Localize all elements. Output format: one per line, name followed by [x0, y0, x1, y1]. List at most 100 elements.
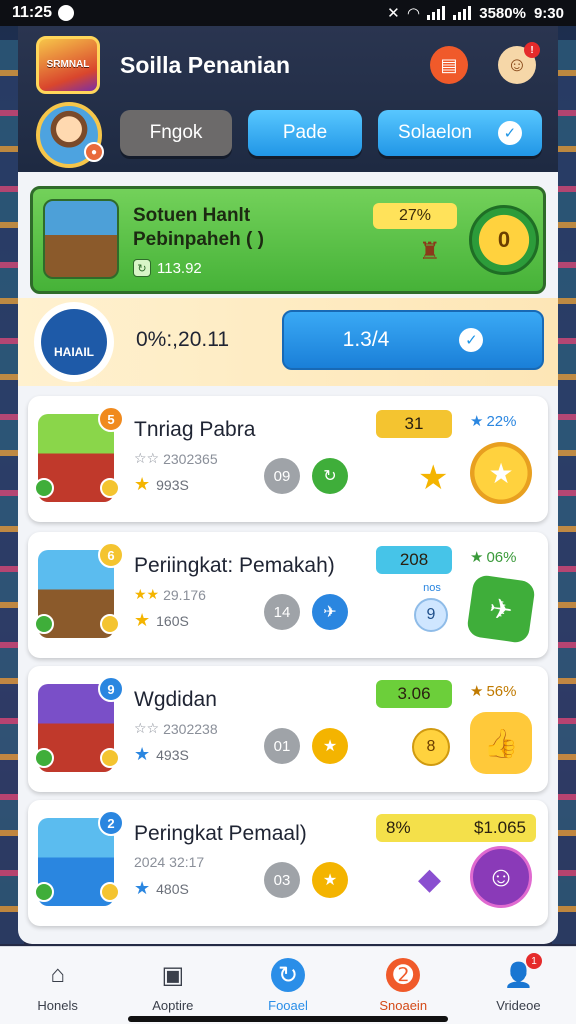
- refresh-button[interactable]: ↻: [312, 458, 348, 494]
- thumbs-up-button[interactable]: 👍: [470, 712, 532, 774]
- nav-item-home[interactable]: ⌂ Honels: [0, 947, 115, 1024]
- notification-badge: 1: [526, 953, 543, 969]
- rate-row: ★ 56%: [470, 682, 516, 701]
- featured-title: Sotuen Hanlt: [133, 205, 251, 226]
- plane-badge-button[interactable]: ✈: [465, 573, 537, 645]
- level-circle: 09: [264, 458, 300, 494]
- refresh-icon: ↻: [133, 259, 151, 277]
- player-name: Tnriag Pabra: [134, 418, 256, 441]
- gem-icon: [34, 882, 54, 902]
- coin-icon: [100, 748, 120, 768]
- pet-badge-button[interactable]: ☺: [470, 846, 532, 908]
- featured-value-row: ↻ 113.92: [133, 259, 202, 277]
- player-card[interactable]: 5 Tnriag Pabra ☆☆ 2302365 ★ 993S 09 ↻ 31 ★…: [28, 396, 548, 522]
- nav-item-fire[interactable]: ➋ Snoaein: [346, 947, 461, 1024]
- mid-value: 9: [414, 598, 448, 632]
- crystal-icon: ◆: [418, 863, 442, 896]
- chat-button[interactable]: ▤: [430, 46, 468, 84]
- player-id: 2302365: [163, 450, 218, 467]
- promo-button[interactable]: 1.3/4 ✓: [282, 310, 544, 370]
- plane-icon: ✈: [323, 604, 337, 621]
- user-avatar[interactable]: ●: [36, 102, 104, 168]
- nav-item-user[interactable]: 👤 1 Vrideoe: [461, 947, 576, 1024]
- status-clock: 9:30: [533, 4, 564, 22]
- logo-text: SRMNAL: [46, 58, 90, 70]
- treasure-bag-icon: ♜: [419, 238, 441, 265]
- status-time: 11:25: [12, 4, 53, 21]
- tab-label: Pade: [282, 122, 328, 143]
- star-icon: ★: [322, 872, 338, 889]
- chat-icon: ▤: [440, 54, 458, 75]
- header: SRMNAL Soilla Penanian ▤ ☺ ! ● Fngok Pad…: [18, 26, 558, 172]
- score-extra: $1.065: [474, 818, 526, 837]
- app-logo[interactable]: SRMNAL: [36, 36, 100, 94]
- promo-button-label: 1.3/4: [342, 328, 390, 351]
- featured-percent: 27%: [373, 203, 457, 229]
- signal-icon-2: [453, 6, 472, 20]
- player-id: 2302238: [163, 720, 218, 737]
- star-icon: ★: [134, 610, 151, 630]
- score-pill: 208: [376, 546, 452, 574]
- featured-player-card[interactable]: Sotuen Hanlt Pebinpaheh ( ) ↻ 113.92 27%…: [30, 186, 546, 294]
- player-id: 32:17: [169, 854, 205, 870]
- rate-row: ★ 22%: [470, 412, 516, 431]
- signal-icon: [427, 6, 446, 20]
- refresh-icon: ↻: [271, 958, 305, 992]
- star-icon: ★: [134, 744, 151, 764]
- mute-icon: ✕: [387, 5, 400, 22]
- player-id-row: ☆☆ 2302365: [134, 450, 218, 467]
- player-points-row: ★ 480S: [134, 878, 189, 899]
- coin-button[interactable]: 0: [469, 205, 539, 275]
- player-name: Peringkat Pemaal): [134, 822, 307, 845]
- status-bar: 11:25 ✕ ◠ 3580% 9:30: [0, 0, 576, 26]
- tab-fngok[interactable]: Fngok: [120, 110, 232, 156]
- mid-label: nos: [423, 582, 441, 594]
- featured-avatar: [43, 199, 119, 279]
- coin-icon: [100, 614, 120, 634]
- promo-logo: HAIAIL: [34, 302, 114, 382]
- boost-button[interactable]: ✈: [312, 594, 348, 630]
- nav-label: Honels: [37, 998, 78, 1013]
- gallery-icon: ▣: [161, 961, 185, 989]
- star-button[interactable]: ★: [312, 728, 348, 764]
- player-points: 993S: [156, 476, 189, 493]
- player-points: 480S: [156, 880, 189, 897]
- nav-item-gallery[interactable]: ▣ Aoptire: [115, 947, 230, 1024]
- coin-value: 8: [412, 728, 450, 766]
- player-id-row: ★★ 29.176: [134, 586, 206, 603]
- star-icon: ★: [322, 738, 338, 755]
- score-pill: 3.06: [376, 680, 452, 708]
- tab-solaelon[interactable]: Solaelon ✓: [378, 110, 542, 156]
- star-button[interactable]: ★: [312, 862, 348, 898]
- player-points-row: ★ 160S: [134, 610, 189, 631]
- player-card[interactable]: 9 Wgdidan ☆☆ 2302238 ★ 493S 01 ★ 3.06 ★ 56%…: [28, 666, 548, 792]
- promo-text: 0%:,20.11: [136, 328, 230, 351]
- rating-stars-icon: ★★: [134, 586, 160, 602]
- score-value: 8%: [386, 818, 411, 837]
- nav-item-refresh[interactable]: ↻ Fooael: [230, 947, 345, 1024]
- level-badge-icon: ●: [84, 142, 104, 162]
- tab-pade[interactable]: Pade: [248, 110, 362, 156]
- profile-button[interactable]: ☺ !: [498, 42, 540, 84]
- gem-icon: [34, 478, 54, 498]
- rate-row: ★ 06%: [470, 548, 517, 567]
- star-icon: ★: [134, 474, 151, 494]
- featured-value: 113.92: [157, 259, 202, 277]
- main-panel: SRMNAL Soilla Penanian ▤ ☺ ! ● Fngok Pad…: [18, 26, 558, 944]
- player-points-row: ★ 493S: [134, 744, 189, 765]
- tab-label: Fngok: [149, 122, 203, 143]
- battery-text: 3580%: [479, 4, 526, 22]
- player-id-row: 2024 32:17: [134, 854, 204, 870]
- player-card[interactable]: 2 Peringkat Pemaal) 2024 32:17 ★ 480S 03 ★…: [28, 800, 548, 926]
- player-card[interactable]: 6 Periingkat: Pemakah) ★★ 29.176 ★ 160S 14…: [28, 532, 548, 658]
- gem-icon: [34, 748, 54, 768]
- pet-icon: ☺: [486, 861, 516, 892]
- home-indicator[interactable]: [128, 1016, 448, 1022]
- rate-value: 06%: [486, 548, 517, 566]
- star-badge-button[interactable]: ★: [470, 442, 532, 504]
- pet-icon: ☺: [506, 53, 528, 76]
- star-icon: ★: [470, 413, 484, 430]
- bottom-nav: ⌂ Honels ▣ Aoptire ↻ Fooael ➋ Snoaein 👤 …: [0, 946, 576, 1024]
- coin-icon: [100, 478, 120, 498]
- rank-badge: 2: [98, 810, 124, 836]
